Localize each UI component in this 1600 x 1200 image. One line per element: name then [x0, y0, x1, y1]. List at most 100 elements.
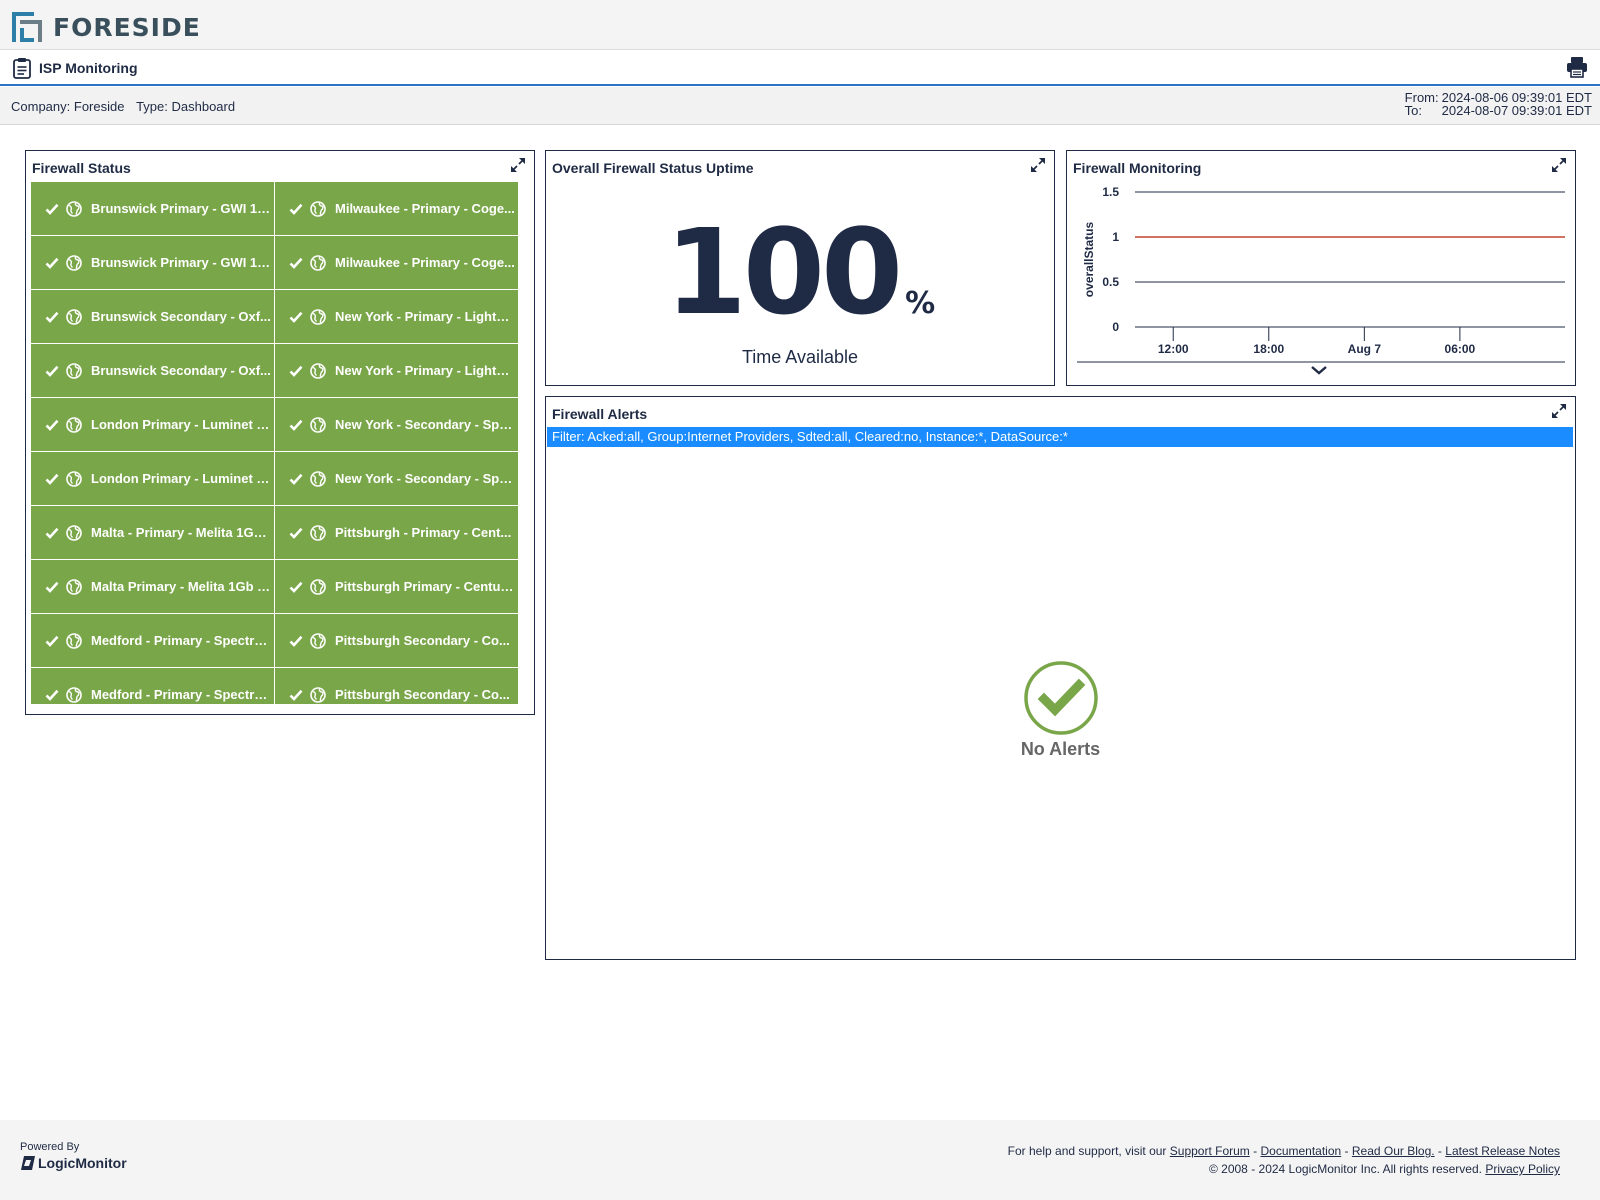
check-icon: [45, 689, 59, 701]
firewall-name: New York - Secondary - Spe...: [335, 471, 515, 486]
firewall-monitoring-widget: Firewall Monitoring 1.5 1 0.5 0 12:00 18:00 Au…: [1066, 150, 1576, 386]
firewall-status-tile[interactable]: Pittsburgh - Primary - Cent...: [275, 506, 519, 560]
globe-icon: [310, 578, 326, 595]
type-info: Type: Dashboard: [136, 99, 235, 114]
foreside-logo-icon: [12, 12, 42, 42]
uptime-value-display: 100%: [546, 203, 1054, 341]
firewall-status-tile[interactable]: New York - Primary - Lightp...: [275, 344, 519, 398]
firewall-status-tile[interactable]: Milwaukee - Primary - Coge...: [275, 236, 519, 290]
firewall-name: Pittsburgh - Primary - Cent...: [335, 525, 512, 540]
blog-link[interactable]: Read Our Blog.: [1352, 1144, 1435, 1158]
expand-icon[interactable]: [1551, 403, 1567, 424]
logicmonitor-logo[interactable]: LogicMonitor: [20, 1155, 127, 1171]
chevron-down-icon[interactable]: [1311, 366, 1327, 375]
firewall-name: New York - Secondary - Spe...: [335, 417, 515, 432]
check-icon: [45, 365, 59, 377]
firewall-status-widget: Firewall Status Brunswick Primary - GWI …: [25, 150, 535, 715]
chart-x-tick-label: Aug 7: [1348, 342, 1382, 356]
printer-icon[interactable]: [1566, 56, 1588, 83]
firewall-name: Medford - Primary - Spectru...: [91, 633, 271, 648]
firewall-name: Brunswick Secondary - Oxf...: [91, 363, 271, 378]
no-alerts-text: No Alerts: [1020, 739, 1101, 759]
globe-icon: [310, 254, 326, 271]
globe-icon: [310, 686, 326, 703]
uptime-unit: %: [905, 286, 936, 321]
firewall-status-tile[interactable]: London Primary - Luminet 1...: [31, 398, 275, 452]
chart-x-tick-label: 06:00: [1445, 342, 1476, 356]
widget-title: Firewall Status: [32, 160, 131, 176]
vendor-name: LogicMonitor: [38, 1155, 127, 1171]
firewall-status-tile[interactable]: Milwaukee - Primary - Coge...: [275, 182, 519, 236]
logicmonitor-logo-icon: [21, 1156, 35, 1170]
uptime-widget: Overall Firewall Status Uptime 100% Time…: [545, 150, 1055, 386]
firewall-status-tile[interactable]: Medford - Primary - Spectru...: [31, 614, 275, 668]
check-icon: [45, 311, 59, 323]
privacy-policy-link[interactable]: Privacy Policy: [1485, 1162, 1560, 1176]
support-forum-link[interactable]: Support Forum: [1170, 1144, 1250, 1158]
check-icon: [289, 581, 303, 593]
firewall-status-tile[interactable]: New York - Secondary - Spe...: [275, 398, 519, 452]
documentation-link[interactable]: Documentation: [1260, 1144, 1341, 1158]
firewall-name: Brunswick Primary - GWI 10...: [91, 201, 271, 216]
globe-icon: [310, 470, 326, 487]
page-title: ISP Monitoring: [39, 60, 138, 76]
check-icon: [45, 527, 59, 539]
foreside-logo[interactable]: FORESIDE: [10, 10, 201, 44]
chart-y-tick-label: 1.5: [1102, 185, 1119, 199]
footer-links: For help and support, visit our Support …: [1007, 1144, 1560, 1176]
firewall-status-tile[interactable]: London Primary - Luminet 1...: [31, 452, 275, 506]
firewall-name: Milwaukee - Primary - Coge...: [335, 201, 515, 216]
release-notes-link[interactable]: Latest Release Notes: [1445, 1144, 1560, 1158]
check-icon: [289, 689, 303, 701]
firewall-name: New York - Primary - Lightp...: [335, 363, 515, 378]
globe-icon: [66, 200, 82, 217]
globe-icon: [310, 632, 326, 649]
firewall-status-tile[interactable]: Brunswick Primary - GWI 10...: [31, 182, 275, 236]
firewall-name: Malta Primary - Melita 1Gb -...: [91, 579, 271, 594]
check-icon: [289, 203, 303, 215]
chart-y-tick-label: 0.5: [1102, 275, 1119, 289]
firewall-status-tile[interactable]: New York - Secondary - Spe...: [275, 452, 519, 506]
globe-icon: [66, 362, 82, 379]
chart-y-tick-label: 0: [1112, 320, 1119, 334]
no-alerts-state: No Alerts: [546, 660, 1575, 760]
firewall-monitoring-chart: 1.5 1 0.5 0 12:00 18:00 Aug 7 06:00 overallStatu…: [1077, 185, 1565, 375]
check-icon: [45, 635, 59, 647]
firewall-status-grid: Brunswick Primary - GWI 10... Milwaukee -…: [31, 182, 519, 704]
expand-icon[interactable]: [1030, 157, 1046, 178]
firewall-status-tile[interactable]: Pittsburgh Secondary - Co...: [275, 668, 519, 704]
chart-x-tick-label: 12:00: [1158, 342, 1189, 356]
firewall-status-tile[interactable]: Brunswick Secondary - Oxf...: [31, 290, 275, 344]
alert-filter-bar[interactable]: Filter: Acked:all, Group:Internet Provid…: [547, 427, 1573, 447]
firewall-status-tile[interactable]: Pittsburgh Primary - Centur...: [275, 560, 519, 614]
check-icon: [45, 581, 59, 593]
firewall-status-tile[interactable]: New York - Primary - Lightp...: [275, 290, 519, 344]
chart-y-tick-label: 1: [1112, 230, 1119, 244]
firewall-status-tile[interactable]: Malta - Primary - Melita 1Gb...: [31, 506, 275, 560]
globe-icon: [310, 308, 326, 325]
check-icon: [289, 311, 303, 323]
uptime-value: 100: [664, 203, 903, 341]
firewall-status-tile[interactable]: Malta Primary - Melita 1Gb -...: [31, 560, 275, 614]
dashboard-title-bar: ISP Monitoring: [0, 51, 1600, 86]
firewall-status-tile[interactable]: Brunswick Primary - GWI 10...: [31, 236, 275, 290]
type-value: Dashboard: [171, 99, 236, 114]
firewall-name: Pittsburgh Primary - Centur...: [335, 579, 515, 594]
clipboard-icon: [12, 57, 32, 84]
firewall-status-tile[interactable]: Pittsburgh Secondary - Co...: [275, 614, 519, 668]
company-value: Foreside: [73, 99, 125, 114]
to-label: To:: [1404, 103, 1423, 118]
globe-icon: [66, 632, 82, 649]
globe-icon: [310, 416, 326, 433]
check-icon: [289, 419, 303, 431]
firewall-status-tile[interactable]: Brunswick Secondary - Oxf...: [31, 344, 275, 398]
help-text: For help and support, visit our: [1007, 1144, 1167, 1158]
footer: Powered By LogicMonitor For help and sup…: [0, 1120, 1600, 1200]
globe-icon: [66, 254, 82, 271]
globe-icon: [66, 416, 82, 433]
firewall-status-tile[interactable]: Medford - Primary - Spectru...: [31, 668, 275, 704]
check-icon: [289, 635, 303, 647]
expand-icon[interactable]: [510, 157, 526, 178]
check-icon: [45, 473, 59, 485]
firewall-name: London Primary - Luminet 1...: [91, 471, 271, 486]
